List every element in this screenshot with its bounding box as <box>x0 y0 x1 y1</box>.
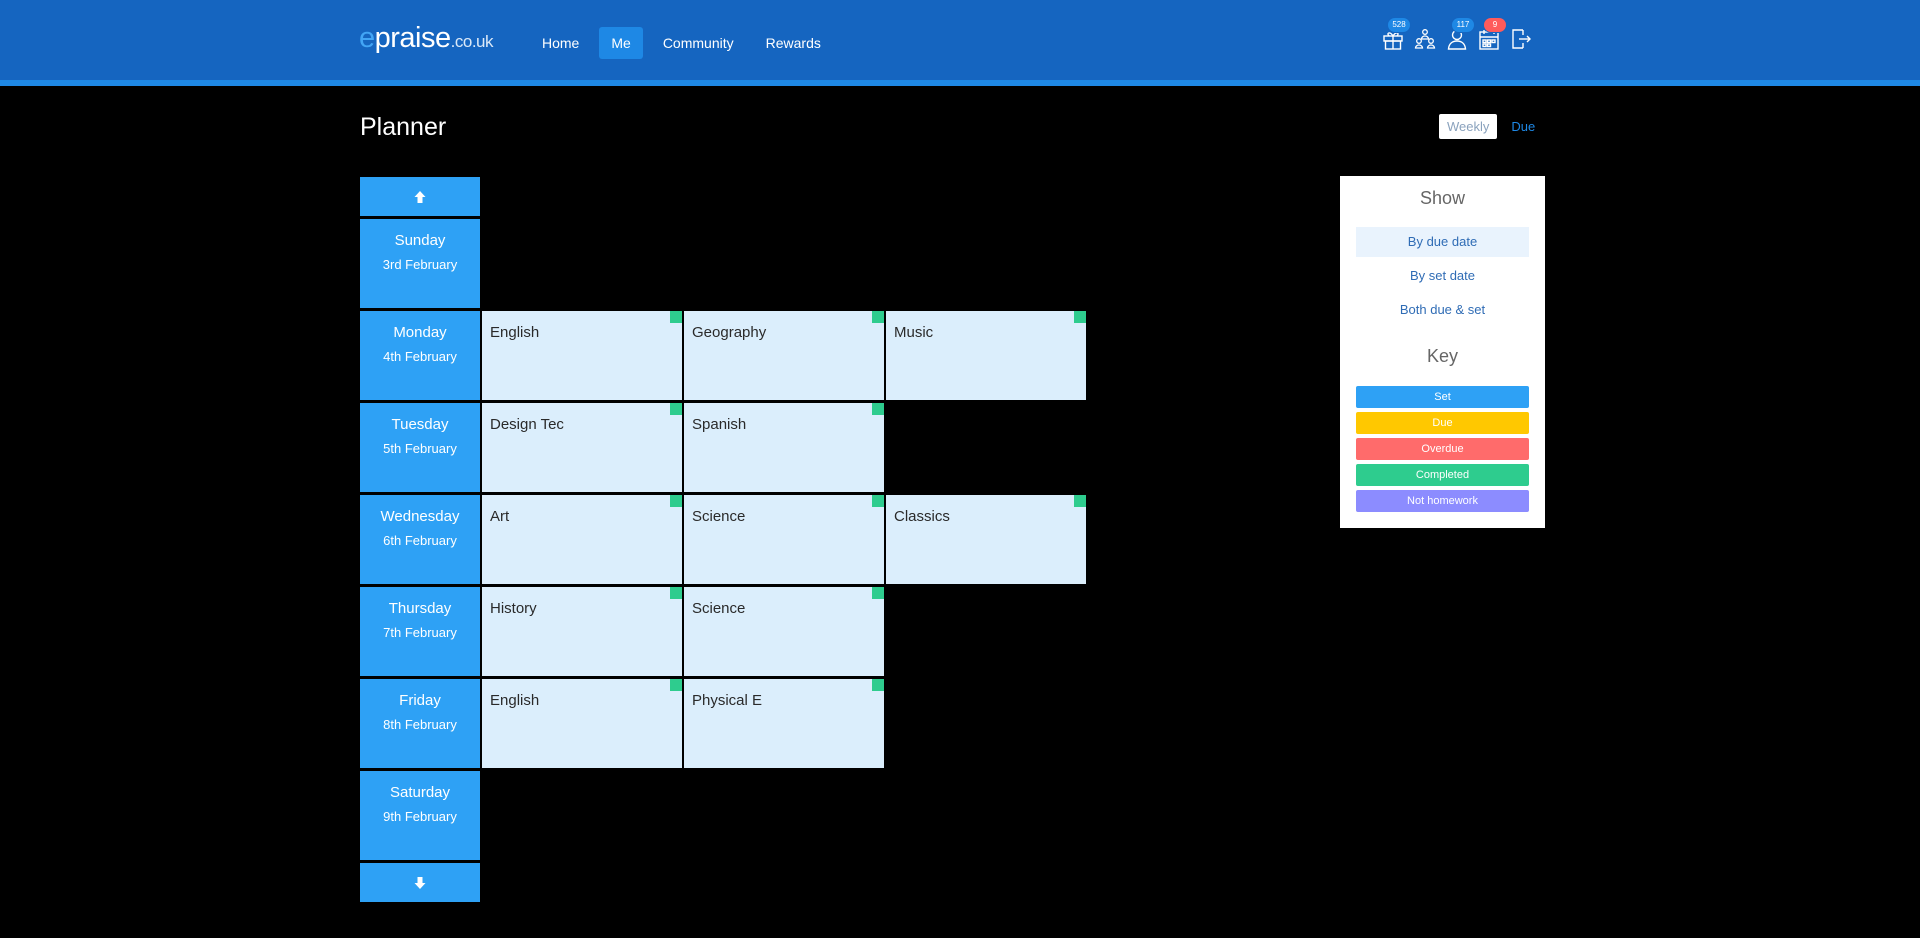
day-sunday[interactable]: Sunday 3rd February <box>360 219 480 308</box>
day-date: 3rd February <box>382 257 458 272</box>
completed-status-marker <box>1074 495 1086 507</box>
homework-card[interactable]: Spanish <box>684 403 884 492</box>
key-completed: Completed <box>1356 464 1529 486</box>
completed-status-marker <box>670 587 682 599</box>
top-bar: epraise.co.uk Home Me Community Rewards … <box>0 0 1920 86</box>
group-button[interactable] <box>1414 28 1436 52</box>
day-date: 6th February <box>383 533 457 548</box>
gift-badge: 528 <box>1388 18 1410 32</box>
next-week-button[interactable] <box>360 863 480 902</box>
group-icon <box>1414 29 1436 49</box>
header-icons: 528 117 9 <box>1382 18 1532 52</box>
homework-card[interactable]: Classics <box>886 495 1086 584</box>
completed-status-marker <box>1074 311 1086 323</box>
logo-name: praise <box>374 22 452 54</box>
homework-subject: History <box>490 600 537 617</box>
previous-week-button[interactable] <box>360 177 480 216</box>
logo-e: e <box>359 22 375 54</box>
show-by-set-date[interactable]: By set date <box>1356 261 1529 291</box>
nav-me[interactable]: Me <box>599 27 643 59</box>
day-date: 8th February <box>383 717 457 732</box>
homework-subject: English <box>490 324 540 341</box>
homework-subject: Art <box>490 508 510 525</box>
homework-card[interactable]: English <box>482 311 682 400</box>
completed-status-marker <box>872 495 884 507</box>
due-toggle[interactable]: Due <box>1503 114 1543 139</box>
profile-button[interactable]: 117 <box>1446 18 1474 52</box>
gift-button[interactable]: 528 <box>1382 18 1410 52</box>
completed-status-marker <box>670 679 682 691</box>
day-tuesday[interactable]: Tuesday 5th February <box>360 403 480 492</box>
completed-status-marker <box>872 587 884 599</box>
logo-tld: .co.uk <box>450 32 494 51</box>
day-date: 9th February <box>383 809 457 824</box>
homework-card[interactable]: Science <box>684 495 884 584</box>
completed-status-marker <box>670 311 682 323</box>
homework-subject: Spanish <box>692 416 747 433</box>
homework-subject: Music <box>894 324 934 341</box>
profile-badge: 117 <box>1452 18 1474 32</box>
day-wednesday[interactable]: Wednesday 6th February <box>360 495 480 584</box>
nav-home[interactable]: Home <box>530 27 591 59</box>
main-nav: Home Me Community Rewards <box>530 27 833 59</box>
day-name: Friday <box>399 692 441 709</box>
day-name: Thursday <box>388 600 452 617</box>
nav-community[interactable]: Community <box>651 27 746 59</box>
planner-button[interactable]: 9 <box>1478 18 1506 52</box>
homework-subject: Physical E <box>692 692 763 709</box>
view-toggle: Weekly Due <box>1439 114 1543 139</box>
homework-card[interactable]: Geography <box>684 311 884 400</box>
completed-status-marker <box>872 679 884 691</box>
homework-subject: Design Tec <box>490 416 564 433</box>
show-by-due-date[interactable]: By due date <box>1356 227 1529 257</box>
show-both-due-set[interactable]: Both due & set <box>1356 295 1529 325</box>
key-set: Set <box>1356 386 1529 408</box>
key-overdue: Overdue <box>1356 438 1529 460</box>
page-title: Planner <box>360 113 447 141</box>
day-name: Tuesday <box>391 416 449 433</box>
homework-card[interactable]: English <box>482 679 682 768</box>
completed-status-marker <box>872 403 884 415</box>
homework-card[interactable]: Design Tec <box>482 403 682 492</box>
homework-card[interactable]: Art <box>482 495 682 584</box>
day-date: 5th February <box>383 441 457 456</box>
homework-subject: Geography <box>692 324 767 341</box>
completed-status-marker <box>670 403 682 415</box>
homework-subject: Classics <box>894 508 950 525</box>
show-heading: Show <box>1419 188 1466 208</box>
day-date: 7th February <box>383 625 457 640</box>
key-heading: Key <box>1426 346 1459 366</box>
filter-panel: Show By due date By set date Both due & … <box>1340 176 1545 528</box>
homework-card[interactable]: History <box>482 587 682 676</box>
day-name: Sunday <box>394 232 446 249</box>
day-thursday[interactable]: Thursday 7th February <box>360 587 480 676</box>
day-friday[interactable]: Friday 8th February <box>360 679 480 768</box>
logout-icon <box>1512 29 1531 49</box>
homework-subject: Science <box>692 600 746 617</box>
homework-card[interactable]: Music <box>886 311 1086 400</box>
homework-card[interactable]: Science <box>684 587 884 676</box>
homework-subject: Science <box>692 508 746 525</box>
arrow-up-icon <box>414 190 426 203</box>
day-saturday[interactable]: Saturday 9th February <box>360 771 480 860</box>
homework-card[interactable]: Physical E <box>684 679 884 768</box>
key-due: Due <box>1356 412 1529 434</box>
day-monday[interactable]: Monday 4th February <box>360 311 480 400</box>
completed-status-marker <box>670 495 682 507</box>
logo[interactable]: epraise.co.uk <box>359 22 494 55</box>
day-name: Saturday <box>389 784 451 801</box>
weekly-toggle[interactable]: Weekly <box>1439 114 1498 139</box>
planner-badge: 9 <box>1484 18 1506 32</box>
day-date: 4th February <box>383 349 457 364</box>
homework-subject: English <box>490 692 540 709</box>
key-not-homework: Not homework <box>1356 490 1529 512</box>
arrow-down-icon <box>414 876 426 889</box>
day-name: Monday <box>393 324 447 341</box>
nav-rewards[interactable]: Rewards <box>754 27 833 59</box>
day-name: Wednesday <box>380 508 460 525</box>
logout-button[interactable] <box>1510 28 1532 52</box>
completed-status-marker <box>872 311 884 323</box>
